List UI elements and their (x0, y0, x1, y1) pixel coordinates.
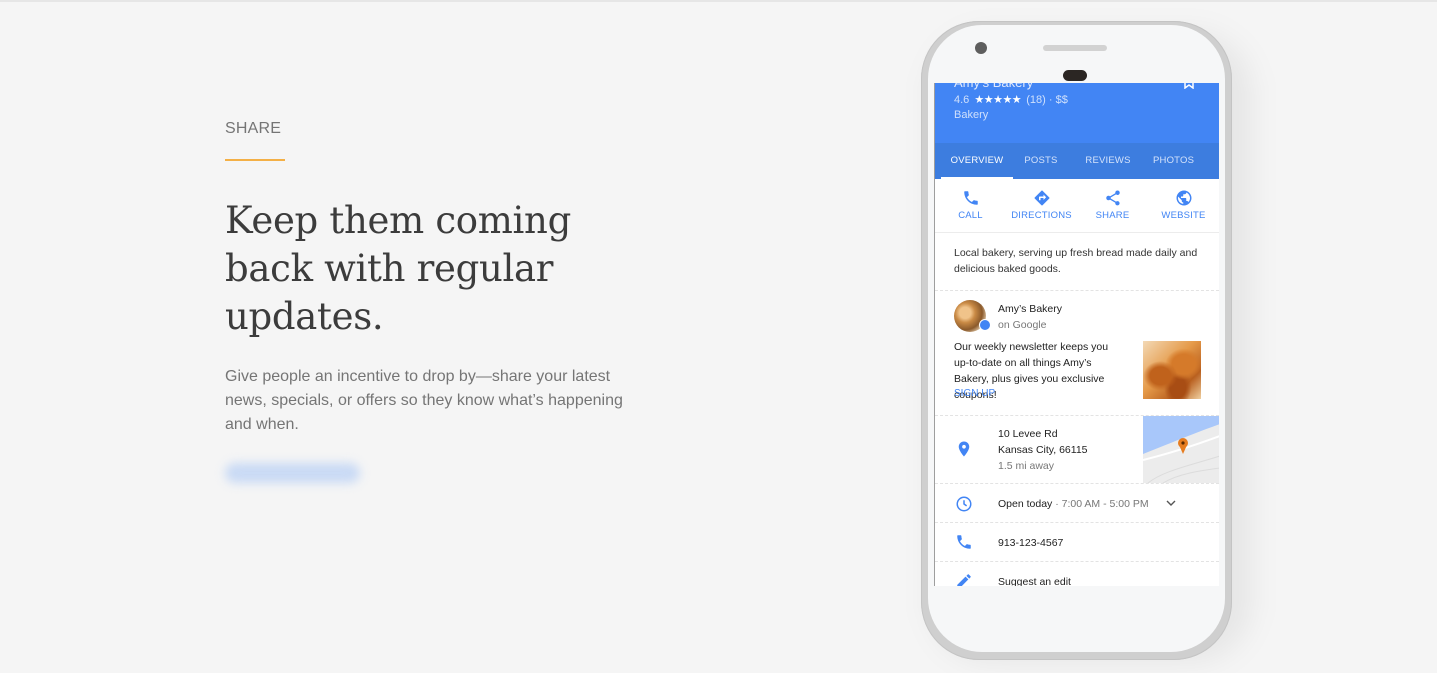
phone-mockup: Amy’s Bakery 4.6 ★★★★★ (18) · $$ Bakery … (921, 21, 1232, 660)
globe-icon (1176, 190, 1191, 206)
tab-posts[interactable]: POSTS (1019, 143, 1063, 179)
map-thumbnail[interactable] (1143, 416, 1219, 483)
directions-icon (1034, 190, 1049, 206)
listing-header: Amy’s Bakery 4.6 ★★★★★ (18) · $$ Bakery (935, 83, 1219, 143)
tab-reviews[interactable]: REVIEWS (1063, 143, 1153, 179)
post-source: on Google (998, 319, 1047, 331)
directions-button[interactable]: DIRECTIONS (1006, 179, 1077, 232)
sign-up-link[interactable]: SIGN UP (954, 388, 995, 399)
save-star-icon[interactable] (1183, 83, 1195, 89)
hours-text: Open today · 7:00 AM - 5:00 PM (998, 496, 1149, 512)
directions-label: DIRECTIONS (1011, 210, 1072, 221)
address-line2: Kansas City, 66115 (998, 444, 1088, 456)
address-text: 10 Levee Rd Kansas City, 66115 1.5 mi aw… (998, 426, 1088, 474)
pencil-icon (957, 574, 971, 586)
business-name: Amy’s Bakery (954, 83, 1033, 90)
earpiece-speaker (1043, 45, 1107, 51)
learn-more-link-blurred[interactable] (225, 463, 360, 483)
suggest-edit-label: Suggest an edit (998, 576, 1071, 586)
tab-overview[interactable]: OVERVIEW (935, 143, 1019, 179)
section-headline: Keep them coming back with regular updat… (225, 199, 571, 338)
share-label: SHARE (1095, 210, 1130, 221)
business-category: Bakery (954, 109, 989, 121)
star-rating-icon: ★★★★★ (974, 94, 1022, 106)
rating-line: 4.6 ★★★★★ (18) · $$ (954, 93, 1068, 106)
call-label: CALL (958, 210, 983, 221)
website-label: WEBSITE (1161, 210, 1206, 221)
google-post: Amy’s Bakery on Google Our weekly newsle… (935, 291, 1219, 416)
map-graphic (1143, 416, 1219, 483)
website-button[interactable]: WEBSITE (1148, 179, 1219, 232)
chevron-down-icon[interactable] (1165, 497, 1177, 509)
maps-listing-screen: Amy’s Bakery 4.6 ★★★★★ (18) · $$ Bakery … (934, 83, 1219, 586)
hours-times: · 7:00 AM - 5:00 PM (1052, 498, 1149, 510)
pastry-photo (1143, 341, 1201, 399)
section-body: Give people an incentive to drop by—shar… (225, 368, 623, 433)
address-line1: 10 Levee Rd (998, 428, 1058, 440)
suggest-edit-row[interactable]: Suggest an edit (935, 562, 1219, 586)
feature-copy: SHARE Keep them coming back with regular… (225, 120, 645, 488)
address-row[interactable]: 10 Levee Rd Kansas City, 66115 1.5 mi aw… (935, 416, 1219, 484)
share-icon (1105, 190, 1120, 206)
listing-tabs: OVERVIEW POSTS REVIEWS PHOTOS (935, 143, 1219, 179)
rating-value: 4.6 (954, 94, 970, 106)
quick-actions: CALL DIRECTIONS SHARE WEBSITE (935, 179, 1219, 233)
tab-photos[interactable]: PHOTOS (1153, 143, 1194, 179)
section-eyebrow: SHARE (225, 120, 282, 137)
clock-icon (956, 496, 972, 512)
open-status: Open today (998, 498, 1053, 510)
price-level: · $$ (1048, 94, 1068, 106)
call-button[interactable]: CALL (935, 179, 1006, 232)
business-description: Local bakery, serving up fresh bread mad… (935, 233, 1219, 291)
location-pin-icon (958, 441, 970, 457)
active-tab-indicator (941, 177, 1013, 179)
proximity-sensor (1063, 70, 1087, 81)
phone-row[interactable]: 913-123-4567 (935, 523, 1219, 562)
share-button[interactable]: SHARE (1077, 179, 1148, 232)
verified-badge-icon (979, 319, 991, 331)
phone-number: 913-123-4567 (998, 537, 1064, 549)
phone-icon (963, 191, 978, 205)
distance: 1.5 mi away (998, 460, 1055, 472)
review-count: (18) (1026, 94, 1046, 106)
hours-row[interactable]: Open today · 7:00 AM - 5:00 PM (935, 484, 1219, 523)
post-author: Amy’s Bakery (998, 303, 1062, 315)
phone-icon (957, 535, 971, 549)
phone-face: Amy’s Bakery 4.6 ★★★★★ (18) · $$ Bakery … (928, 25, 1225, 652)
accent-divider (225, 159, 285, 161)
front-camera (975, 42, 987, 54)
